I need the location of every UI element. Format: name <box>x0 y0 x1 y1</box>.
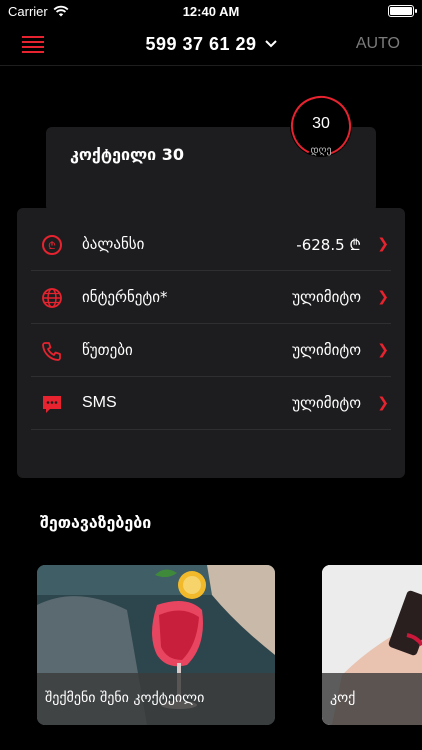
balance-row[interactable]: ₾ ბალანსი -628.5 ₾ ❯ <box>31 218 391 271</box>
status-time: 12:40 AM <box>182 4 240 19</box>
coin-icon: ₾ <box>41 234 63 256</box>
offer-caption: კოქ <box>322 673 422 725</box>
battery-icon <box>388 5 417 17</box>
offer-caption: შექმენი შენი კოქტეილი <box>37 673 275 725</box>
internet-value: ულიმიტო <box>292 288 361 306</box>
status-bar: Carrier 12:40 AM <box>0 0 422 24</box>
days-unit-label: დღე <box>310 145 332 156</box>
plan-title: კოქტეილი 30 <box>70 145 185 164</box>
chat-icon <box>41 393 63 415</box>
sms-row[interactable]: SMS ულიმიტო ❯ <box>31 377 391 430</box>
minutes-value: ულიმიტო <box>292 341 361 359</box>
phone-number: 599 37 61 29 <box>145 34 257 54</box>
sms-label: SMS <box>82 394 117 411</box>
internet-row[interactable]: ინტერნეტი* ულიმიტო ❯ <box>31 271 391 324</box>
minutes-row[interactable]: წუთები ულიმიტო ❯ <box>31 324 391 377</box>
chevron-down-icon <box>264 32 277 53</box>
offer-caption-text: კოქ <box>330 690 356 706</box>
balance-card: ₾ ბალანსი -628.5 ₾ ❯ ინტერნეტი* ულიმიტო … <box>17 208 405 478</box>
sms-value: ულიმიტო <box>292 394 361 412</box>
auto-button[interactable]: AUTO <box>356 35 400 53</box>
balance-value: -628.5 ₾ <box>296 236 361 254</box>
offer-card-cocktail[interactable]: შექმენი შენი კოქტეილი <box>37 565 275 725</box>
offer-card-second[interactable]: კოქ <box>322 565 422 725</box>
days-remaining-ring: 30 დღე <box>290 95 352 157</box>
internet-label: ინტერნეტი* <box>82 288 168 306</box>
chevron-right-icon: ❯ <box>377 395 389 411</box>
offer-caption-text: შექმენი შენი კოქტეილი <box>45 690 205 706</box>
phone-icon <box>41 340 63 362</box>
balance-label: ბალანსი <box>82 235 145 253</box>
chevron-right-icon: ❯ <box>377 342 389 358</box>
minutes-label: წუთები <box>82 341 133 359</box>
days-count: 30 <box>312 115 330 132</box>
svg-text:₾: ₾ <box>48 241 56 252</box>
globe-icon <box>41 287 63 309</box>
chevron-right-icon: ❯ <box>377 289 389 305</box>
top-nav: 599 37 61 29 AUTO <box>0 24 422 66</box>
offers-heading: შეთავაზებები <box>40 513 152 532</box>
chevron-right-icon: ❯ <box>377 236 389 252</box>
